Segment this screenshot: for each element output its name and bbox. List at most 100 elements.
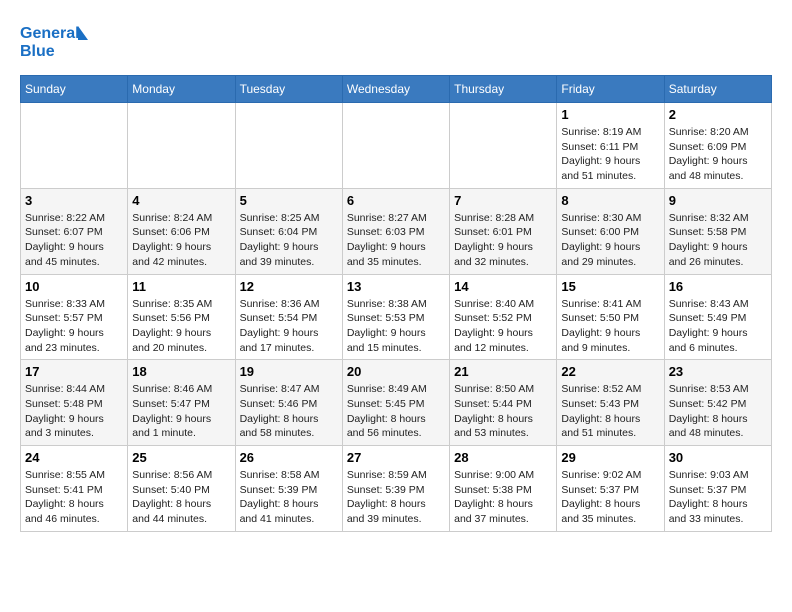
day-info: Sunrise: 8:28 AMSunset: 6:01 PMDaylight:… [454, 211, 552, 270]
day-info: Sunrise: 8:20 AMSunset: 6:09 PMDaylight:… [669, 125, 767, 184]
day-info: Sunrise: 8:38 AMSunset: 5:53 PMDaylight:… [347, 297, 445, 356]
calendar-cell [450, 103, 557, 189]
day-info: Sunrise: 8:25 AMSunset: 6:04 PMDaylight:… [240, 211, 338, 270]
day-info: Sunrise: 8:43 AMSunset: 5:49 PMDaylight:… [669, 297, 767, 356]
calendar-cell: 5Sunrise: 8:25 AMSunset: 6:04 PMDaylight… [235, 188, 342, 274]
day-number: 1 [561, 107, 659, 122]
day-info: Sunrise: 8:55 AMSunset: 5:41 PMDaylight:… [25, 468, 123, 527]
calendar-cell: 24 Sunrise: 8:55 AMSunset: 5:41 PMDayligh… [21, 446, 128, 532]
day-info: Sunrise: 8:22 AMSunset: 6:07 PMDaylight:… [25, 211, 123, 270]
day-number: 16 [669, 279, 767, 294]
calendar-cell: 18 Sunrise: 8:46 AMSunset: 5:47 PMDayligh… [128, 360, 235, 446]
day-number: 22 [561, 364, 659, 379]
day-number: 30 [669, 450, 767, 465]
calendar-cell: 12 Sunrise: 8:36 AMSunset: 5:54 PMDayligh… [235, 274, 342, 360]
day-number: 18 [132, 364, 230, 379]
day-number: 24 [25, 450, 123, 465]
calendar-cell: 10 Sunrise: 8:33 AMSunset: 5:57 PMDayligh… [21, 274, 128, 360]
day-info: Sunrise: 9:00 AMSunset: 5:38 PMDaylight:… [454, 468, 552, 527]
day-info: Sunrise: 8:33 AMSunset: 5:57 PMDaylight:… [25, 297, 123, 356]
col-header-friday: Friday [557, 76, 664, 103]
calendar-cell: 8 Sunrise: 8:30 AMSunset: 6:00 PMDaylight… [557, 188, 664, 274]
day-info: Sunrise: 8:36 AMSunset: 5:54 PMDaylight:… [240, 297, 338, 356]
col-header-tuesday: Tuesday [235, 76, 342, 103]
day-info: Sunrise: 9:03 AMSunset: 5:37 PMDaylight:… [669, 468, 767, 527]
calendar-cell: 2 Sunrise: 8:20 AMSunset: 6:09 PMDaylight… [664, 103, 771, 189]
calendar-cell: 29 Sunrise: 9:02 AMSunset: 5:37 PMDayligh… [557, 446, 664, 532]
calendar-cell: 11 Sunrise: 8:35 AMSunset: 5:56 PMDayligh… [128, 274, 235, 360]
calendar-week-row: 1 Sunrise: 8:19 AMSunset: 6:11 PMDaylight… [21, 103, 772, 189]
svg-text:General: General [20, 25, 80, 42]
day-number: 25 [132, 450, 230, 465]
calendar-week-row: 24 Sunrise: 8:55 AMSunset: 5:41 PMDayligh… [21, 446, 772, 532]
day-number: 11 [132, 279, 230, 294]
col-header-wednesday: Wednesday [342, 76, 449, 103]
calendar-cell [342, 103, 449, 189]
day-number: 28 [454, 450, 552, 465]
day-number: 12 [240, 279, 338, 294]
calendar-cell: 4Sunrise: 8:24 AMSunset: 6:06 PMDaylight… [128, 188, 235, 274]
day-info: Sunrise: 8:35 AMSunset: 5:56 PMDaylight:… [132, 297, 230, 356]
day-info: Sunrise: 8:27 AMSunset: 6:03 PMDaylight:… [347, 211, 445, 270]
calendar-cell [128, 103, 235, 189]
calendar-cell: 14Sunrise: 8:40 AMSunset: 5:52 PMDayligh… [450, 274, 557, 360]
calendar-cell: 16 Sunrise: 8:43 AMSunset: 5:49 PMDayligh… [664, 274, 771, 360]
day-number: 19 [240, 364, 338, 379]
day-number: 10 [25, 279, 123, 294]
day-info: Sunrise: 8:47 AMSunset: 5:46 PMDaylight:… [240, 382, 338, 441]
calendar-cell: 25 Sunrise: 8:56 AMSunset: 5:40 PMDayligh… [128, 446, 235, 532]
day-info: Sunrise: 8:41 AMSunset: 5:50 PMDaylight:… [561, 297, 659, 356]
day-number: 23 [669, 364, 767, 379]
calendar-cell [235, 103, 342, 189]
day-number: 15 [561, 279, 659, 294]
day-info: Sunrise: 8:24 AMSunset: 6:06 PMDaylight:… [132, 211, 230, 270]
calendar-cell: 30 Sunrise: 9:03 AMSunset: 5:37 PMDayligh… [664, 446, 771, 532]
day-number: 7 [454, 193, 552, 208]
day-number: 13 [347, 279, 445, 294]
day-info: Sunrise: 8:56 AMSunset: 5:40 PMDaylight:… [132, 468, 230, 527]
calendar-cell [21, 103, 128, 189]
col-header-saturday: Saturday [664, 76, 771, 103]
day-info: Sunrise: 8:52 AMSunset: 5:43 PMDaylight:… [561, 382, 659, 441]
calendar-cell: 28 Sunrise: 9:00 AMSunset: 5:38 PMDayligh… [450, 446, 557, 532]
calendar-cell: 22 Sunrise: 8:52 AMSunset: 5:43 PMDayligh… [557, 360, 664, 446]
day-number: 21 [454, 364, 552, 379]
calendar-week-row: 3Sunrise: 8:22 AMSunset: 6:07 PMDaylight… [21, 188, 772, 274]
day-info: Sunrise: 8:32 AMSunset: 5:58 PMDaylight:… [669, 211, 767, 270]
calendar-cell: 17 Sunrise: 8:44 AMSunset: 5:48 PMDayligh… [21, 360, 128, 446]
day-number: 29 [561, 450, 659, 465]
col-header-monday: Monday [128, 76, 235, 103]
day-info: Sunrise: 8:49 AMSunset: 5:45 PMDaylight:… [347, 382, 445, 441]
calendar-header-row: SundayMondayTuesdayWednesdayThursdayFrid… [21, 76, 772, 103]
calendar-week-row: 10 Sunrise: 8:33 AMSunset: 5:57 PMDayligh… [21, 274, 772, 360]
calendar-cell: 23 Sunrise: 8:53 AMSunset: 5:42 PMDayligh… [664, 360, 771, 446]
col-header-sunday: Sunday [21, 76, 128, 103]
day-number: 8 [561, 193, 659, 208]
calendar-cell: 3Sunrise: 8:22 AMSunset: 6:07 PMDaylight… [21, 188, 128, 274]
day-info: Sunrise: 8:30 AMSunset: 6:00 PMDaylight:… [561, 211, 659, 270]
svg-text:Blue: Blue [20, 43, 55, 60]
day-info: Sunrise: 8:58 AMSunset: 5:39 PMDaylight:… [240, 468, 338, 527]
day-info: Sunrise: 8:46 AMSunset: 5:47 PMDaylight:… [132, 382, 230, 441]
day-number: 27 [347, 450, 445, 465]
page-header: GeneralBlue [20, 20, 772, 65]
calendar-cell: 7 Sunrise: 8:28 AMSunset: 6:01 PMDaylight… [450, 188, 557, 274]
calendar-cell: 26 Sunrise: 8:58 AMSunset: 5:39 PMDayligh… [235, 446, 342, 532]
calendar-cell: 20Sunrise: 8:49 AMSunset: 5:45 PMDayligh… [342, 360, 449, 446]
day-info: Sunrise: 8:53 AMSunset: 5:42 PMDaylight:… [669, 382, 767, 441]
day-number: 2 [669, 107, 767, 122]
day-number: 17 [25, 364, 123, 379]
calendar-cell: 21Sunrise: 8:50 AMSunset: 5:44 PMDayligh… [450, 360, 557, 446]
day-info: Sunrise: 8:19 AMSunset: 6:11 PMDaylight:… [561, 125, 659, 184]
col-header-thursday: Thursday [450, 76, 557, 103]
logo-svg: GeneralBlue [20, 20, 90, 65]
day-info: Sunrise: 8:40 AMSunset: 5:52 PMDaylight:… [454, 297, 552, 356]
calendar-cell: 6Sunrise: 8:27 AMSunset: 6:03 PMDaylight… [342, 188, 449, 274]
calendar-cell: 13 Sunrise: 8:38 AMSunset: 5:53 PMDayligh… [342, 274, 449, 360]
day-number: 9 [669, 193, 767, 208]
logo: GeneralBlue [20, 20, 90, 65]
day-info: Sunrise: 9:02 AMSunset: 5:37 PMDaylight:… [561, 468, 659, 527]
day-info: Sunrise: 8:44 AMSunset: 5:48 PMDaylight:… [25, 382, 123, 441]
calendar-cell: 27Sunrise: 8:59 AMSunset: 5:39 PMDayligh… [342, 446, 449, 532]
day-number: 26 [240, 450, 338, 465]
